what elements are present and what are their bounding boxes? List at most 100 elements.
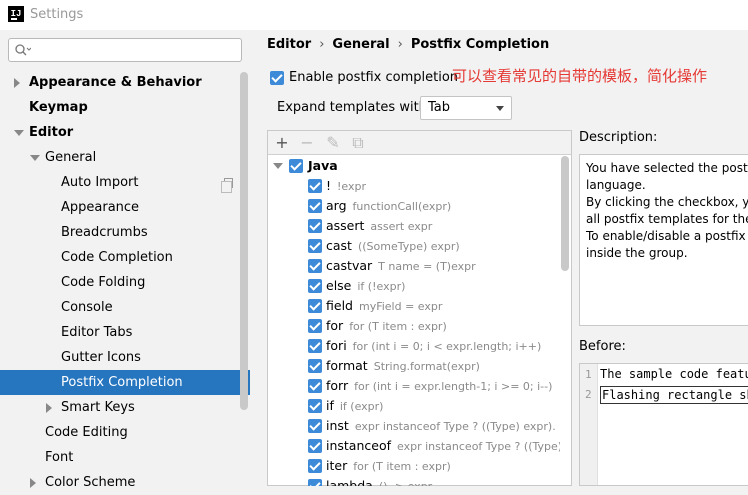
template-key-label: forr bbox=[326, 378, 349, 393]
chevron-down-icon[interactable] bbox=[14, 130, 24, 136]
template-key: fori for (int i = 0; i < expr.length; i++… bbox=[326, 336, 541, 357]
expand-templates-select[interactable]: Tab bbox=[420, 96, 512, 120]
template-key-label: for bbox=[326, 318, 344, 333]
line-number: 2 bbox=[585, 388, 592, 401]
sidebar-item-label: Console bbox=[61, 300, 113, 315]
template-example: ((SomeType) expr) bbox=[357, 240, 460, 253]
template-key-label: lambda bbox=[326, 478, 373, 486]
checkbox-checked-icon[interactable] bbox=[308, 239, 322, 253]
description-line: inside the group. bbox=[586, 246, 688, 260]
template-key-label: ! bbox=[326, 178, 332, 193]
template-key-label: else bbox=[326, 278, 352, 293]
line-gutter bbox=[580, 364, 598, 485]
before-code-box: 1 2 The sample code featur Flashing rect… bbox=[579, 363, 748, 486]
templates-panel: + − ✎ ⧉ Java ! !expr arg functionCall(expr)… bbox=[267, 130, 572, 486]
breadcrumb-separator: › bbox=[319, 37, 325, 52]
template-key-label: format bbox=[326, 358, 368, 373]
sidebar-item-label: Editor bbox=[29, 125, 74, 140]
template-example: String.format(expr) bbox=[373, 360, 480, 373]
sidebar-item-label: Breadcrumbs bbox=[61, 225, 148, 240]
search-icon bbox=[15, 44, 31, 56]
line-number: 1 bbox=[585, 368, 592, 381]
breadcrumb-postfix-completion: Postfix Completion bbox=[410, 37, 550, 52]
annotation-text: 可以查看常见的自带的模板，简化操作 bbox=[452, 67, 708, 85]
search-input[interactable] bbox=[8, 38, 242, 62]
sidebar-item-label: Gutter Icons bbox=[61, 350, 141, 365]
template-key: cast ((SomeType) expr) bbox=[326, 236, 460, 257]
edit-icon[interactable]: ✎ bbox=[324, 134, 342, 152]
checkbox-checked-icon[interactable] bbox=[308, 179, 322, 193]
template-example: () -> expr bbox=[379, 480, 432, 486]
checkbox-checked-icon[interactable] bbox=[289, 159, 303, 173]
title-bar: IJ Settings bbox=[0, 0, 748, 30]
checkbox-checked-icon[interactable] bbox=[308, 419, 322, 433]
add-icon[interactable]: + bbox=[273, 134, 291, 152]
breadcrumb-general[interactable]: General bbox=[332, 37, 389, 52]
sidebar-item-label: Code Folding bbox=[61, 275, 146, 290]
template-key: assert assert expr bbox=[326, 216, 432, 237]
templates-tree: Java ! !expr arg functionCall(expr) assert as… bbox=[268, 156, 560, 486]
checkbox-checked-icon[interactable] bbox=[308, 219, 322, 233]
remove-icon[interactable]: − bbox=[298, 134, 316, 152]
template-example: for (T item : expr) bbox=[353, 460, 451, 473]
checkbox-checked-icon[interactable] bbox=[308, 399, 322, 413]
template-key: else if (!expr) bbox=[326, 276, 405, 297]
breadcrumb-editor[interactable]: Editor bbox=[267, 37, 311, 52]
chevron-right-icon[interactable] bbox=[30, 478, 36, 488]
template-example: expr instanceof Type ? ((Type) expr bbox=[397, 440, 560, 453]
template-key-label: assert bbox=[326, 218, 365, 233]
checkbox-checked-icon[interactable] bbox=[308, 299, 322, 313]
sidebar-item-label: Auto Import bbox=[61, 175, 139, 190]
checkbox-checked-icon[interactable] bbox=[308, 439, 322, 453]
checkbox-checked-icon[interactable] bbox=[308, 359, 322, 373]
checkbox-checked-icon[interactable] bbox=[308, 319, 322, 333]
copy-icon[interactable]: ⧉ bbox=[349, 134, 367, 152]
sidebar-item[interactable]: Postfix Completion bbox=[0, 370, 250, 395]
enable-postfix-checkbox[interactable]: Enable postfix completion bbox=[270, 70, 458, 85]
sidebar-item-label: Keymap bbox=[29, 100, 88, 115]
description-line: By clicking the checkbox, yo bbox=[586, 195, 748, 209]
template-group-label: Java bbox=[308, 158, 338, 173]
enable-postfix-label: Enable postfix completion bbox=[289, 70, 459, 85]
chevron-right-icon[interactable] bbox=[46, 403, 52, 413]
chevron-down-icon[interactable] bbox=[30, 155, 40, 161]
template-key: format String.format(expr) bbox=[326, 356, 480, 377]
template-key: forr for (int i = expr.length-1; i >= 0; … bbox=[326, 376, 552, 397]
template-key-label: instanceof bbox=[326, 438, 392, 453]
checkbox-checked-icon[interactable] bbox=[270, 70, 284, 85]
template-key: castvar T name = (T)expr bbox=[326, 256, 476, 277]
template-key: lambda () -> expr bbox=[326, 476, 432, 486]
template-example: myField = expr bbox=[358, 300, 443, 313]
intellij-logo-icon: IJ bbox=[8, 6, 24, 22]
breadcrumb: Editor › General › Postfix Completion bbox=[267, 37, 549, 52]
settings-sidebar: Appearance & Behavior Keymap Editor General… bbox=[0, 30, 250, 490]
template-example: T name = (T)expr bbox=[378, 260, 476, 273]
checkbox-checked-icon[interactable] bbox=[308, 259, 322, 273]
chevron-right-icon[interactable] bbox=[14, 78, 20, 88]
sidebar-item-label: Appearance bbox=[61, 200, 140, 215]
template-key-label: field bbox=[326, 298, 353, 313]
expand-templates-value: Tab bbox=[428, 100, 451, 115]
checkbox-checked-icon[interactable] bbox=[308, 279, 322, 293]
checkbox-checked-icon[interactable] bbox=[308, 339, 322, 353]
breadcrumb-separator: › bbox=[397, 37, 403, 52]
template-example: if (expr) bbox=[339, 400, 384, 413]
copy-icon bbox=[221, 178, 233, 193]
checkbox-checked-icon[interactable] bbox=[308, 199, 322, 213]
checkbox-checked-icon[interactable] bbox=[308, 459, 322, 473]
templates-scrollbar[interactable] bbox=[561, 156, 569, 271]
sidebar-item-label: General bbox=[45, 150, 97, 165]
template-key: ! !expr bbox=[326, 176, 366, 197]
template-key-label: cast bbox=[326, 238, 352, 253]
sidebar-item-label: Color Scheme bbox=[45, 475, 136, 490]
checkbox-checked-icon[interactable] bbox=[308, 379, 322, 393]
description-line: language. bbox=[586, 178, 646, 192]
sidebar-item-label: Code Editing bbox=[45, 425, 128, 440]
before-label: Before: bbox=[579, 339, 626, 354]
chevron-down-icon[interactable] bbox=[273, 163, 283, 169]
description-box: You have selected the postfi language. By … bbox=[579, 154, 748, 326]
template-example: for (int i = expr.length-1; i >= 0; i--) bbox=[354, 380, 553, 393]
description-line: all postfix templates for the bbox=[586, 212, 748, 226]
checkbox-checked-icon[interactable] bbox=[308, 479, 322, 486]
sidebar-scrollbar[interactable] bbox=[240, 72, 248, 410]
